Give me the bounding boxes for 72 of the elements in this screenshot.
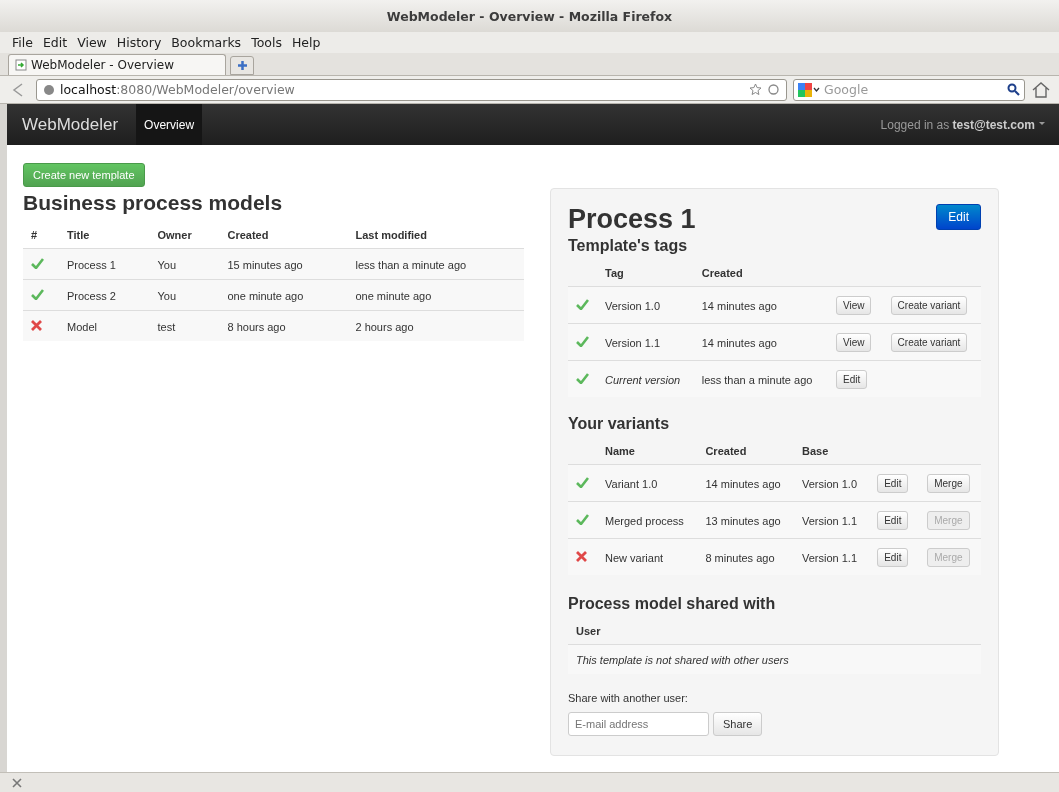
- table-cell: less than a minute ago: [347, 248, 524, 280]
- edit-button[interactable]: Edit: [877, 511, 909, 530]
- table-cell: 14 minutes ago: [693, 286, 828, 324]
- column-header: Created: [219, 221, 348, 249]
- table-cell: 8 hours ago: [219, 310, 348, 341]
- nav-tab[interactable]: Overview: [136, 104, 203, 145]
- column-header: User: [568, 617, 981, 645]
- view-button[interactable]: View: [836, 296, 872, 315]
- address-field[interactable]: localhost:8080/WebModeler/overview: [36, 78, 787, 101]
- create-variant-button[interactable]: Create variant: [890, 296, 968, 315]
- search-icon[interactable]: [1007, 83, 1020, 96]
- section-heading: Process model shared with: [568, 595, 777, 613]
- table-cell: Model: [59, 310, 150, 341]
- search-engine-icon: [798, 82, 820, 97]
- page-icon: [15, 59, 27, 71]
- table-cell: one minute ago: [219, 279, 348, 311]
- email-field[interactable]: E-mail address: [568, 712, 709, 736]
- table-cell: Merged process: [597, 501, 698, 539]
- table-cell: 2 hours ago: [347, 310, 524, 341]
- table-cell: Version 1.1: [597, 323, 694, 361]
- merge-button[interactable]: Merge: [927, 474, 970, 493]
- table-cell: Version 1.0: [794, 464, 870, 502]
- user-menu[interactable]: Logged in as test@test.com: [880, 117, 1045, 132]
- edit-button[interactable]: Edit: [877, 474, 909, 493]
- column-header: Title: [59, 221, 150, 249]
- browser-tab[interactable]: WebModeler - Overview: [8, 54, 226, 75]
- column-header: #: [23, 221, 59, 249]
- menu-item[interactable]: Edit: [38, 35, 72, 50]
- edit-button[interactable]: Edit: [877, 548, 909, 567]
- share-label: Share with another user:: [568, 692, 689, 704]
- brand-title[interactable]: WebModeler: [22, 114, 119, 135]
- table-cell: Version 1.0: [597, 286, 694, 324]
- table-cell: Process 2: [59, 279, 150, 311]
- table-cell: 13 minutes ago: [697, 501, 794, 539]
- column-header: Created: [693, 259, 828, 287]
- view-button[interactable]: View: [836, 333, 872, 352]
- column-header: Base: [794, 437, 870, 465]
- menu-item[interactable]: Bookmarks: [167, 35, 246, 50]
- table-cell: 14 minutes ago: [697, 464, 794, 502]
- table-cell: 14 minutes ago: [693, 323, 828, 361]
- column-header: Created: [697, 437, 794, 465]
- window-title: WebModeler - Overview - Mozilla Firefox: [0, 0, 1059, 32]
- menu-item[interactable]: History: [112, 35, 166, 50]
- table-cell: 15 minutes ago: [219, 248, 348, 280]
- new-tab-button[interactable]: [230, 56, 254, 75]
- close-icon[interactable]: [12, 777, 22, 788]
- process-title: Process 1: [568, 204, 696, 235]
- menu-item[interactable]: Help: [287, 35, 325, 50]
- edit-button[interactable]: Edit: [936, 204, 981, 230]
- column-header: Tag: [597, 259, 694, 287]
- section-heading: Template's tags: [568, 237, 689, 255]
- section-heading: Your variants: [568, 415, 671, 433]
- menu-item[interactable]: View: [73, 35, 111, 50]
- star-icon[interactable]: [749, 83, 762, 96]
- menu-item[interactable]: Tools: [247, 35, 286, 50]
- table-cell: one minute ago: [347, 279, 524, 311]
- table-cell: Process 1: [59, 248, 150, 280]
- table-cell: You: [149, 279, 220, 311]
- column-header: Last modified: [347, 221, 524, 249]
- view-button[interactable]: Edit: [836, 370, 868, 389]
- plus-icon: [236, 60, 248, 71]
- create-variant-button[interactable]: Create variant: [890, 333, 968, 352]
- table-cell: Variant 1.0: [597, 464, 698, 502]
- table-cell: test: [149, 310, 220, 341]
- column-header: Owner: [149, 221, 220, 249]
- menu-item[interactable]: File: [8, 35, 37, 50]
- section-heading: Business process models: [23, 191, 283, 215]
- table-cell: Version 1.1: [794, 501, 870, 539]
- share-button[interactable]: Share: [713, 712, 763, 736]
- column-header: Name: [597, 437, 698, 465]
- home-icon[interactable]: [1031, 80, 1051, 99]
- table-cell: You: [149, 248, 220, 280]
